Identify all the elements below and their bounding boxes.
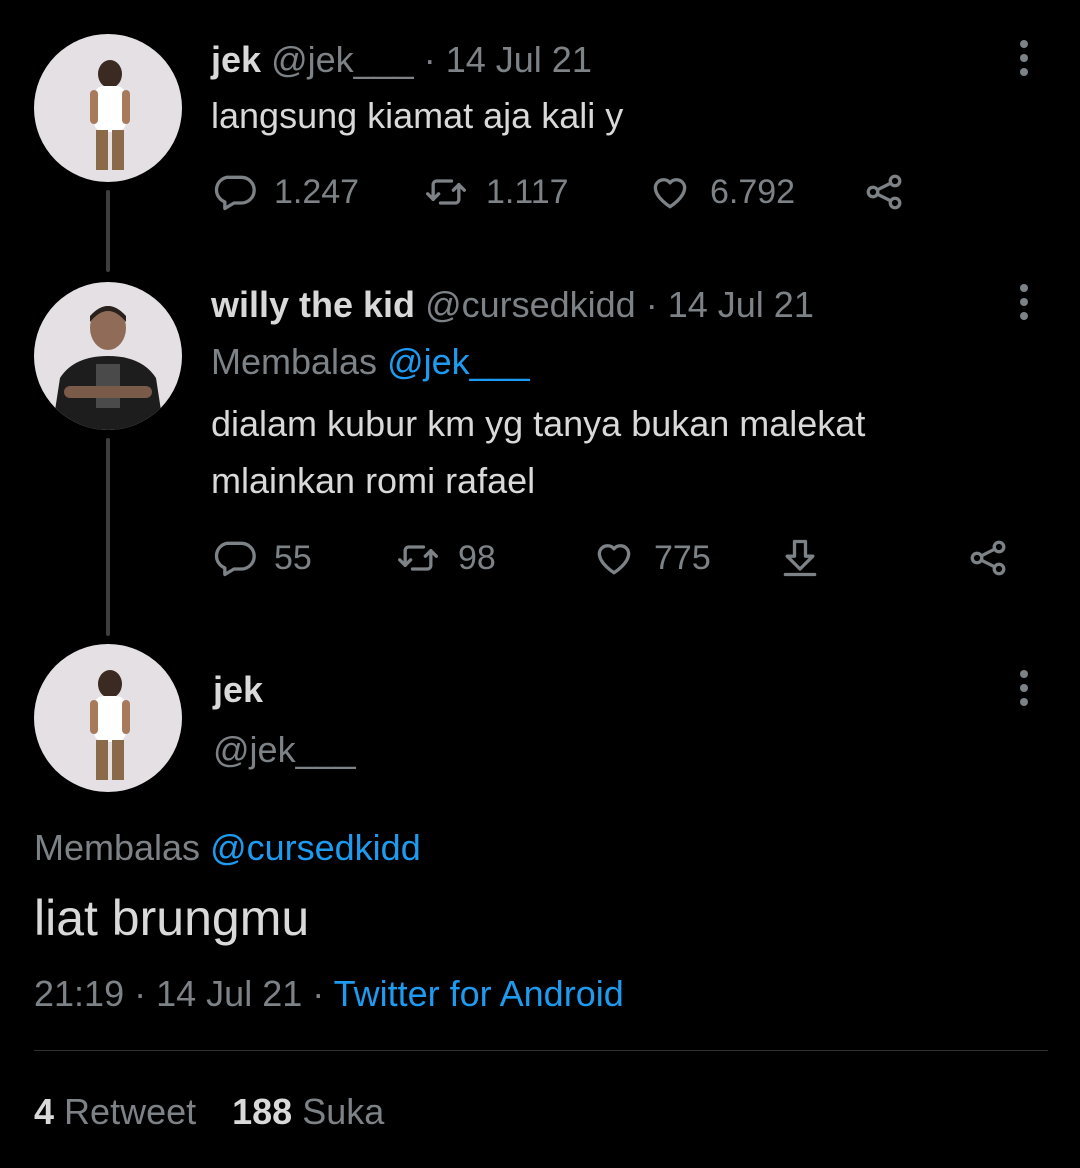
heart-icon bbox=[597, 544, 631, 575]
display-name[interactable]: jek bbox=[213, 670, 263, 710]
tweet-date[interactable]: 14 Jul 21 bbox=[668, 284, 814, 325]
like-button[interactable]: 775 bbox=[592, 536, 711, 580]
avatar-jek-2[interactable] bbox=[34, 644, 182, 792]
like-count: 775 bbox=[654, 539, 711, 577]
user-handle[interactable]: @jek___ bbox=[213, 730, 356, 770]
tweet-text-line1: dialam kubur km yg tanya bukan malekat bbox=[211, 403, 866, 444]
reply-count: 1.247 bbox=[274, 173, 360, 211]
more-options-icon[interactable] bbox=[1014, 666, 1034, 710]
reply-to-link[interactable]: @jek___ bbox=[387, 341, 530, 382]
reply-count: 55 bbox=[274, 539, 312, 577]
download-button[interactable] bbox=[778, 536, 840, 580]
thread-line bbox=[106, 190, 110, 272]
tweet-date[interactable]: 14 Jul 21 bbox=[446, 39, 592, 80]
reply-bubble-icon bbox=[214, 541, 256, 577]
reply-context: Membalas @jek___ bbox=[211, 342, 530, 382]
share-button[interactable] bbox=[966, 536, 1028, 580]
tweet-meta: 21:19 · 14 Jul 21 · Twitter for Android bbox=[34, 974, 624, 1014]
tweet-date[interactable]: 14 Jul 21 bbox=[156, 973, 302, 1014]
share-nodes-icon bbox=[970, 540, 1006, 576]
share-button[interactable] bbox=[862, 170, 924, 214]
separator: · bbox=[134, 973, 147, 1014]
tweet1-header: jek @jek___ · 14 Jul 21 bbox=[211, 40, 592, 80]
tweet-source-link[interactable]: Twitter for Android bbox=[334, 973, 624, 1014]
like-stat[interactable]: 188 Suka bbox=[232, 1091, 384, 1132]
retweet-stat[interactable]: 4 Retweet bbox=[34, 1091, 206, 1132]
tweet2-header: willy the kid @cursedkidd · 14 Jul 21 bbox=[211, 285, 814, 325]
like-label: Suka bbox=[302, 1091, 385, 1132]
retweet-arrows-icon bbox=[398, 545, 438, 571]
retweet-count: 98 bbox=[458, 539, 496, 577]
tweet-time[interactable]: 21:19 bbox=[34, 973, 124, 1014]
display-name[interactable]: willy the kid bbox=[211, 284, 415, 325]
separator: · bbox=[312, 973, 325, 1014]
retweet-total: 4 bbox=[34, 1091, 55, 1132]
thread-line bbox=[106, 438, 110, 636]
tweet-text: liat brungmu bbox=[34, 890, 310, 946]
retweet-arrows-icon bbox=[426, 179, 466, 205]
retweet-count: 1.117 bbox=[486, 173, 569, 211]
heart-icon bbox=[653, 178, 687, 209]
retweet-button[interactable]: 1.117 bbox=[424, 170, 569, 214]
reply-to-link[interactable]: @cursedkidd bbox=[210, 827, 421, 868]
retweet-button[interactable]: 98 bbox=[396, 536, 496, 580]
share-nodes-icon bbox=[866, 174, 902, 210]
retweet-label: Retweet bbox=[64, 1091, 197, 1132]
download-arrow-icon bbox=[783, 539, 817, 577]
user-handle[interactable]: @jek___ bbox=[271, 39, 414, 80]
avatar-willy[interactable] bbox=[34, 282, 182, 430]
person-photo-icon bbox=[90, 670, 130, 780]
tweet-text-line2: mlainkan romi rafael bbox=[211, 460, 536, 501]
reply-button[interactable]: 55 bbox=[212, 536, 312, 580]
user-handle[interactable]: @cursedkidd bbox=[425, 284, 636, 325]
divider bbox=[34, 1050, 1048, 1051]
separator: · bbox=[423, 39, 436, 80]
like-count: 6.792 bbox=[710, 173, 796, 211]
like-total: 188 bbox=[232, 1091, 293, 1132]
avatar-jek-1[interactable] bbox=[34, 34, 182, 182]
more-options-icon[interactable] bbox=[1014, 280, 1034, 324]
separator: · bbox=[645, 284, 658, 325]
more-options-icon[interactable] bbox=[1014, 36, 1034, 80]
like-button[interactable]: 6.792 bbox=[648, 170, 795, 214]
reply-bubble-icon bbox=[214, 175, 256, 211]
reply-prefix: Membalas bbox=[211, 341, 378, 382]
tweet-text: langsung kiamat aja kali y bbox=[211, 95, 624, 136]
reply-prefix: Membalas bbox=[34, 827, 201, 868]
reply-button[interactable]: 1.247 bbox=[212, 170, 359, 214]
reply-context: Membalas @cursedkidd bbox=[34, 828, 421, 868]
tweet-stats: 4 Retweet 188 Suka bbox=[34, 1092, 384, 1132]
display-name[interactable]: jek bbox=[211, 39, 261, 80]
person-photo-icon bbox=[90, 60, 130, 170]
person-photo-icon bbox=[52, 306, 164, 430]
